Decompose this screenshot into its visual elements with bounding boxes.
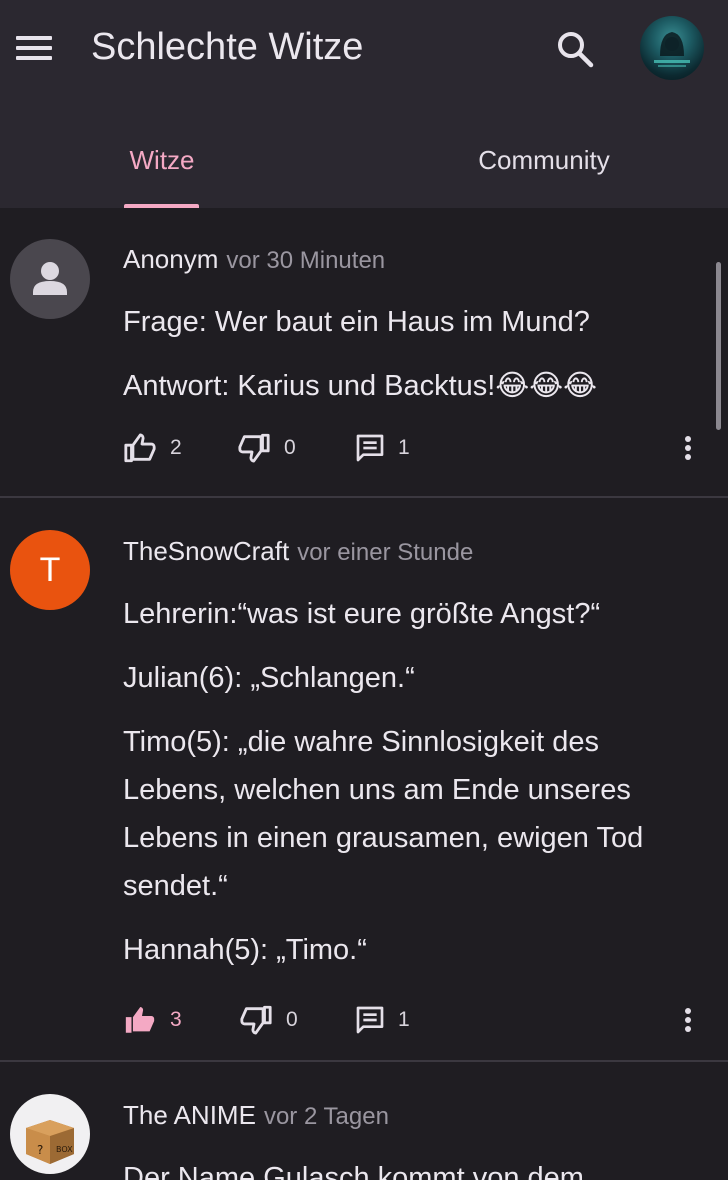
thumb-down-icon — [240, 1005, 272, 1035]
post-time: vor 2 Tagen — [263, 1103, 389, 1130]
post-time: vor einer Stunde — [297, 539, 474, 566]
post-header: The ANIME vor 2 Tagen — [123, 1098, 389, 1132]
dislike-button[interactable]: 0 — [238, 1000, 298, 1040]
post-line: Lehrerin:“was ist eure größte Angst?“ — [123, 598, 601, 630]
like-button[interactable]: 2 — [122, 428, 182, 468]
tab-community[interactable]: Community — [444, 130, 644, 190]
joke-post: ? BOX The ANIME vor 2 Tagen Der Name Gula… — [0, 1062, 728, 1180]
more-vert-icon[interactable] — [672, 428, 704, 468]
anonymous-person-icon[interactable] — [10, 239, 90, 319]
like-count: 2 — [170, 436, 182, 459]
post-line: Antwort: Karius und Backtus!😂😂😂 — [123, 370, 597, 402]
dislike-button[interactable]: 0 — [236, 428, 296, 468]
joke-post: Anonym vor 30 Minuten Frage: Wer baut ein… — [0, 208, 728, 496]
post-text: Frage: Wer baut ein Haus im Mund? Antwor… — [123, 298, 703, 426]
joke-feed: Anonym vor 30 Minuten Frage: Wer baut ein… — [0, 208, 728, 1180]
user-avatar[interactable] — [640, 16, 704, 80]
author-name[interactable]: TheSnowCraft — [123, 536, 289, 566]
post-line: Julian(6): „Schlangen.“ — [123, 662, 415, 694]
post-text: Lehrerin:“was ist eure größte Angst?“ Ju… — [123, 590, 703, 990]
comment-count: 1 — [398, 436, 410, 459]
more-vert-icon[interactable] — [672, 1000, 704, 1040]
like-count: 3 — [170, 1008, 182, 1031]
author-name[interactable]: The ANIME — [123, 1100, 256, 1130]
dislike-count: 0 — [284, 436, 296, 459]
post-header: Anonym vor 30 Minuten — [123, 242, 385, 276]
author-name[interactable]: Anonym — [123, 244, 218, 274]
thumb-up-icon — [124, 433, 156, 463]
post-text: Der Name Gulasch kommt von dem — [123, 1154, 703, 1180]
svg-text:?: ? — [37, 1143, 43, 1157]
app-title: Schlechte Witze — [91, 26, 364, 68]
app-screen: Schlechte Witze Witze Community Anonym v… — [0, 0, 728, 1180]
post-line: Frage: Wer baut ein Haus im Mund? — [123, 306, 590, 338]
post-time: vor 30 Minuten — [226, 247, 386, 274]
comment-count: 1 — [398, 1008, 410, 1031]
post-line: Der Name Gulasch kommt von dem — [123, 1162, 584, 1180]
thumb-up-filled-icon — [125, 1006, 155, 1033]
search-icon[interactable] — [553, 27, 597, 71]
like-button[interactable]: 3 — [122, 1000, 182, 1040]
menu-icon[interactable] — [14, 34, 54, 62]
dislike-count: 0 — [286, 1008, 298, 1031]
top-app-bar: Schlechte Witze Witze Community — [0, 0, 728, 208]
comment-icon — [356, 434, 384, 462]
comment-icon — [356, 1006, 384, 1034]
thumb-down-icon — [238, 433, 270, 463]
post-line: Hannah(5): „Timo.“ — [123, 934, 367, 966]
post-line: Timo(5): „die wahre Sinnlosigkeit des Le… — [123, 726, 644, 902]
scrollbar-thumb[interactable] — [716, 262, 721, 430]
post-header: TheSnowCraft vor einer Stunde — [123, 534, 473, 568]
comments-button[interactable]: 1 — [354, 1000, 410, 1040]
tab-witze[interactable]: Witze — [104, 130, 220, 190]
comments-button[interactable]: 1 — [354, 428, 410, 468]
user-letter-avatar[interactable]: T — [10, 530, 90, 610]
joke-post: T TheSnowCraft vor einer Stunde Lehrerin:… — [0, 498, 728, 1060]
mystery-box-avatar[interactable]: ? BOX — [10, 1094, 90, 1174]
svg-text:BOX: BOX — [56, 1145, 73, 1154]
